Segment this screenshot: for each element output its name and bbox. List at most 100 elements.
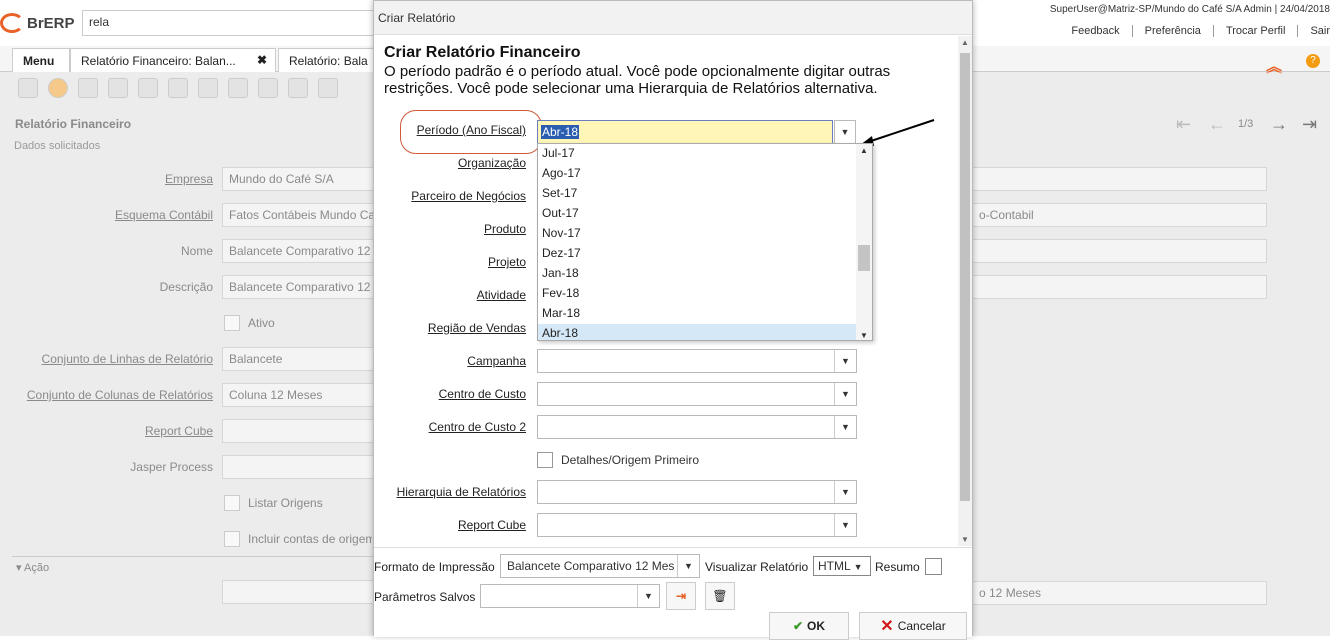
copy-icon[interactable]: [108, 78, 128, 98]
delete-icon[interactable]: [138, 78, 158, 98]
dropdown-option[interactable]: Set-17: [538, 184, 872, 204]
campanha-select[interactable]: ▼: [537, 349, 857, 373]
preferencia-link[interactable]: Preferência: [1133, 25, 1214, 37]
chat-icon[interactable]: [318, 78, 338, 98]
right-field-bottom[interactable]: o 12 Meses: [972, 581, 1267, 605]
sair-link[interactable]: Sair: [1298, 25, 1330, 37]
colunas-field[interactable]: Coluna 12 Meses: [222, 383, 374, 407]
dropdown-option[interactable]: Fev-18: [538, 284, 872, 304]
chevron-down-icon: ▼: [834, 481, 856, 503]
dropdown-option[interactable]: Mar-18: [538, 304, 872, 324]
tab-menu[interactable]: Menu: [12, 48, 70, 72]
periodo-dropdown-list[interactable]: Jul-17 Ago-17 Set-17 Out-17 Nov-17 Dez-1…: [537, 143, 873, 341]
find-icon[interactable]: [258, 78, 278, 98]
import-icon[interactable]: [198, 78, 218, 98]
centro-custo-select[interactable]: ▼: [537, 382, 857, 406]
refresh-icon[interactable]: [228, 78, 248, 98]
dropdown-option[interactable]: Jan-18: [538, 264, 872, 284]
brerp-logo[interactable]: BrERP: [0, 10, 80, 36]
attachment-icon[interactable]: [288, 78, 308, 98]
periodo-label[interactable]: Período (Ano Fiscal): [374, 123, 526, 137]
report-cube-field[interactable]: [222, 419, 374, 443]
dropdown-option[interactable]: Nov-17: [538, 224, 872, 244]
hierarquia-select[interactable]: ▼: [537, 480, 857, 504]
organizacao-label[interactable]: Organização: [374, 156, 526, 170]
new-icon[interactable]: [78, 78, 98, 98]
dropdown-option[interactable]: Dez-17: [538, 244, 872, 264]
periodo-dropdown-button[interactable]: ▼: [834, 120, 856, 144]
toolbar: [18, 78, 338, 98]
formato-select[interactable]: Balancete Comparativo 12 Mes ▼: [500, 554, 700, 578]
save-icon: ⇥: [675, 589, 687, 603]
scroll-down-icon[interactable]: ▼: [860, 331, 868, 340]
atividade-label[interactable]: Atividade: [374, 288, 526, 302]
save-params-button[interactable]: ⇥: [666, 582, 696, 610]
visualizar-select[interactable]: HTML ▼: [813, 556, 871, 576]
jasper-field[interactable]: [222, 455, 374, 479]
tab-relatorio-financeiro[interactable]: Relatório Financeiro: Balan... ✖: [70, 48, 276, 72]
hierarquia-label[interactable]: Hierarquia de Relatórios: [374, 485, 526, 499]
parametros-select[interactable]: ▼: [480, 584, 660, 608]
dialog-scroll-thumb[interactable]: [960, 53, 970, 501]
periodo-input[interactable]: Abr-18: [537, 120, 833, 144]
esquema-field[interactable]: Fatos Contábeis Mundo Ca: [222, 203, 374, 227]
centro-custo2-label[interactable]: Centro de Custo 2: [374, 420, 526, 434]
visualizar-value: HTML: [818, 559, 851, 573]
trocar-perfil-link[interactable]: Trocar Perfil: [1214, 25, 1299, 37]
scroll-down-icon[interactable]: ▼: [961, 535, 969, 544]
acao-section[interactable]: ▾ Ação: [12, 556, 374, 576]
acao-button[interactable]: [222, 580, 374, 604]
tab-label: Relatório Financeiro: Balan...: [81, 54, 236, 68]
dropdown-option[interactable]: Out-17: [538, 204, 872, 224]
listar-origens-label: Listar Origens: [248, 496, 323, 510]
tab-relatorio[interactable]: Relatório: Bala: [278, 48, 374, 72]
dialog-title[interactable]: Criar Relatório: [374, 1, 972, 35]
last-record-icon[interactable]: ⇥: [1302, 114, 1317, 135]
dialog-body: Criar Relatório Financeiro O período pad…: [374, 36, 958, 546]
dropdown-option-selected[interactable]: Abr-18: [538, 324, 856, 340]
listar-origens-checkbox[interactable]: [224, 495, 240, 511]
search-input[interactable]: rela: [82, 10, 382, 36]
section-title: Relatório Financeiro: [15, 117, 132, 131]
feedback-link[interactable]: Feedback: [1059, 25, 1133, 37]
dropdown-scrollbar[interactable]: ▲ ▼: [856, 144, 872, 340]
detalhes-checkbox[interactable]: [537, 452, 553, 468]
right-field-3[interactable]: [972, 239, 1267, 263]
projeto-label[interactable]: Projeto: [374, 255, 526, 269]
incluir-contas-checkbox[interactable]: [224, 531, 240, 547]
empresa-label: Empresa: [164, 172, 213, 186]
nome-field[interactable]: Balancete Comparativo 12: [222, 239, 374, 263]
dropdown-scroll-thumb[interactable]: [858, 245, 870, 271]
dropdown-option[interactable]: Jul-17: [538, 144, 872, 164]
centro-custo-label[interactable]: Centro de Custo: [374, 387, 526, 401]
next-record-icon[interactable]: →: [1270, 114, 1288, 135]
resumo-checkbox[interactable]: [925, 558, 942, 575]
report-cube-select[interactable]: ▼: [537, 513, 857, 537]
right-field-4[interactable]: [972, 275, 1267, 299]
descricao-field[interactable]: Balancete Comparativo 12: [222, 275, 374, 299]
ativo-checkbox[interactable]: [224, 315, 240, 331]
centro-custo2-select[interactable]: ▼: [537, 415, 857, 439]
export-icon[interactable]: [168, 78, 188, 98]
dropdown-option[interactable]: Ago-17: [538, 164, 872, 184]
parceiro-label[interactable]: Parceiro de Negócios: [374, 189, 526, 203]
close-icon[interactable]: ✖: [257, 53, 267, 67]
trash-icon: 🗑: [712, 589, 728, 603]
report-cube-label[interactable]: Report Cube: [374, 518, 526, 532]
prev-record-icon[interactable]: ←: [1208, 114, 1226, 135]
linhas-field[interactable]: Balancete: [222, 347, 374, 371]
right-field-1[interactable]: [972, 167, 1267, 191]
scroll-up-icon[interactable]: ▲: [860, 146, 868, 155]
parametros-label: Parâmetros Salvos: [374, 590, 476, 604]
right-field-esquema[interactable]: o-Contabil: [972, 203, 1267, 227]
first-record-icon[interactable]: ⇤: [1176, 114, 1191, 135]
empresa-field[interactable]: Mundo do Café S/A: [222, 167, 374, 191]
undo-icon[interactable]: [18, 78, 38, 98]
scroll-up-icon[interactable]: ▲: [961, 38, 969, 47]
help-icon[interactable]: ?: [1306, 54, 1320, 68]
help-icon[interactable]: [48, 78, 68, 98]
campanha-label[interactable]: Campanha: [374, 354, 526, 368]
delete-params-button[interactable]: 🗑: [705, 582, 735, 610]
produto-label[interactable]: Produto: [374, 222, 526, 236]
regiao-label[interactable]: Região de Vendas: [374, 321, 526, 335]
